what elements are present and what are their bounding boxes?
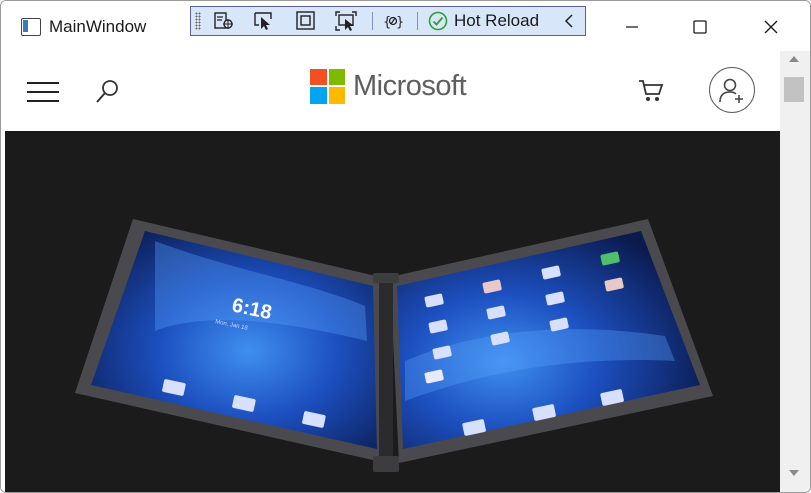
track-focus-icon <box>335 11 357 31</box>
menu-button[interactable] <box>27 82 59 104</box>
close-icon <box>764 20 778 34</box>
window-app-icon <box>21 18 41 36</box>
menu-icon-bar <box>27 82 59 84</box>
search-button[interactable] <box>93 77 123 107</box>
toolbar-drag-handle[interactable] <box>195 12 201 30</box>
maximize-button[interactable] <box>667 5 733 49</box>
live-visual-tree-icon <box>214 12 233 29</box>
scroll-thumb[interactable] <box>784 77 804 102</box>
vertical-scrollbar[interactable] <box>780 51 810 492</box>
hot-reload-label: Hot Reload <box>454 11 540 30</box>
menu-icon-bar <box>27 100 59 102</box>
collapse-toolbar-button[interactable] <box>559 9 579 33</box>
web-view: Microsoft 6:18 Mon, Jan 18 <box>1 51 780 492</box>
binding-failures-icon: { } <box>383 15 404 30</box>
select-element-icon <box>254 12 272 30</box>
app-window: MainWindow {} Hot Reload Microsoft 6:18… <box>0 0 811 493</box>
binding-failures-button[interactable]: { } <box>380 9 406 33</box>
add-user-icon <box>719 78 743 103</box>
menu-icon-bar <box>27 91 59 93</box>
cart-button[interactable] <box>637 78 665 104</box>
minimize-button[interactable] <box>599 5 665 49</box>
maximize-icon <box>693 20 707 34</box>
brand-name: Microsoft <box>353 69 467 102</box>
close-button[interactable] <box>738 5 804 49</box>
layout-adorners-icon <box>296 11 315 30</box>
svg-text:}: } <box>396 15 404 30</box>
microsoft-logo[interactable]: Microsoft <box>310 68 467 104</box>
scroll-down-icon[interactable] <box>788 469 800 477</box>
window-title: MainWindow <box>49 17 147 36</box>
toolbar-separator <box>372 12 373 30</box>
check-circle-icon <box>428 11 448 31</box>
search-icon <box>96 80 118 103</box>
toolbar-separator <box>417 12 418 30</box>
sign-in-button[interactable] <box>709 67 755 113</box>
select-element-button[interactable] <box>251 9 277 33</box>
cart-icon <box>639 80 664 101</box>
hero-banner[interactable]: 6:18 Mon, Jan 18 <box>5 131 780 492</box>
logo-square <box>328 87 345 104</box>
scroll-up-icon[interactable] <box>788 55 800 63</box>
go-to-live-visual-tree-button[interactable] <box>211 9 237 33</box>
track-focused-element-button[interactable] <box>333 9 359 33</box>
logo-square <box>310 87 327 104</box>
minimize-icon <box>626 26 638 28</box>
hot-reload-status[interactable]: Hot Reload <box>428 9 539 33</box>
surface-duo-image: 6:18 Mon, Jan 18 <box>75 219 713 472</box>
site-header: Microsoft <box>1 51 780 131</box>
chevron-left-icon <box>564 14 573 28</box>
xaml-debug-toolbar: { } Hot Reload <box>190 6 586 36</box>
logo-square <box>328 68 345 85</box>
logo-square <box>310 68 327 85</box>
display-layout-adorners-button[interactable] <box>293 9 319 33</box>
microsoft-logo-icon <box>310 68 345 104</box>
